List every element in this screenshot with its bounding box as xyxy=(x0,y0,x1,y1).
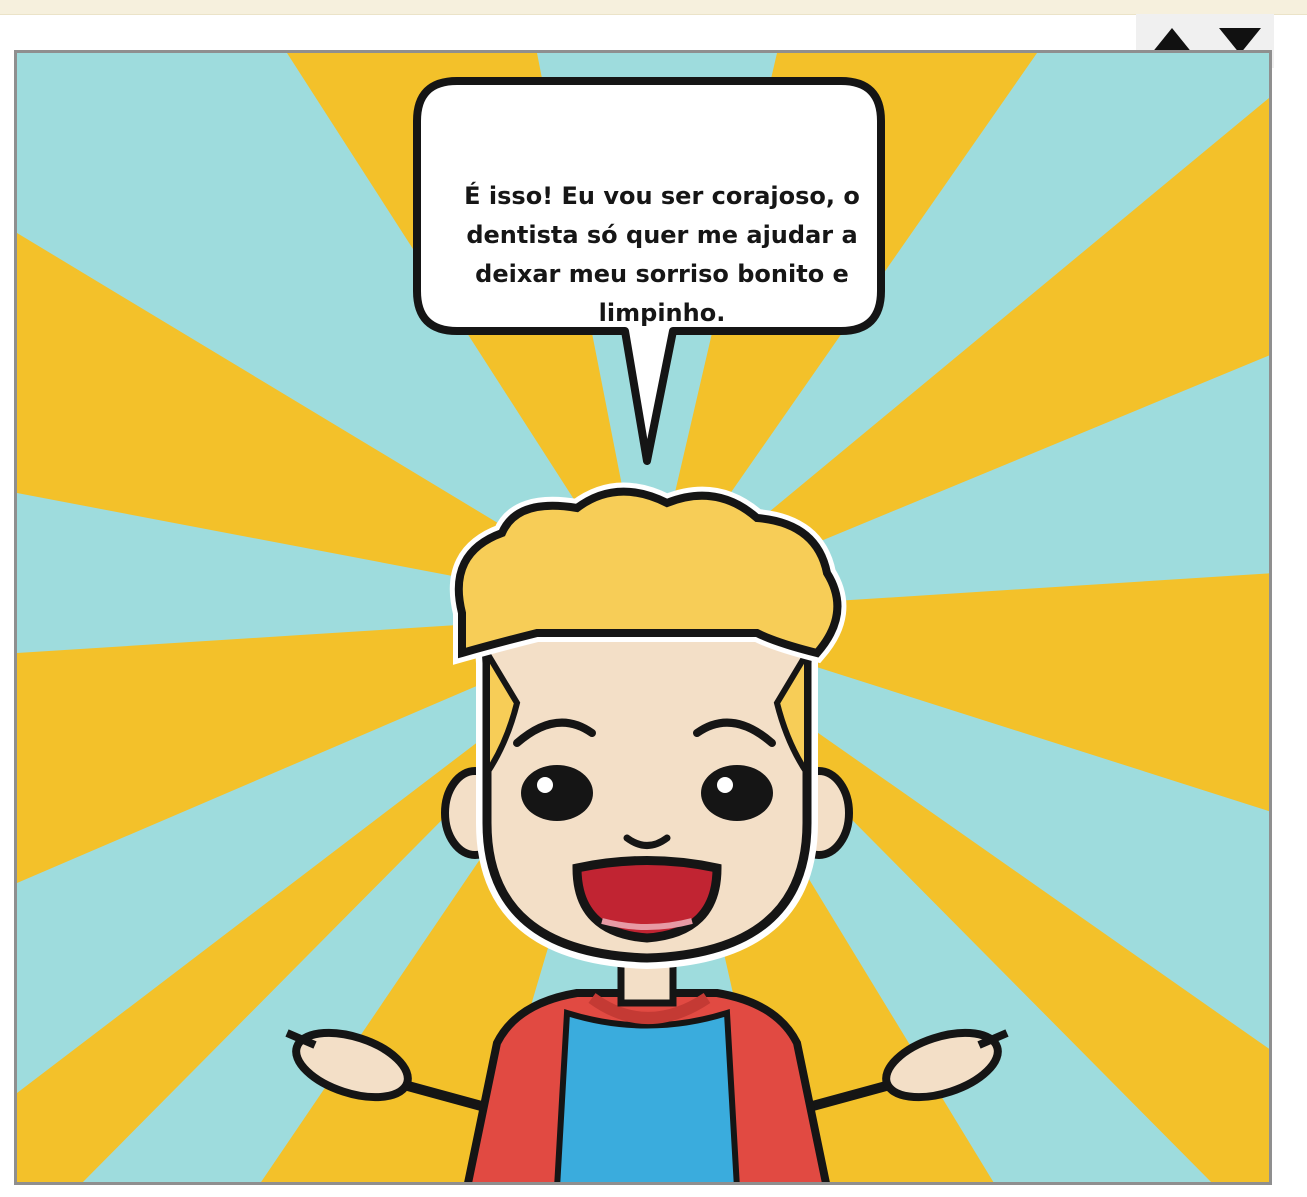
speech-bubble-text: É isso! Eu vou ser corajoso, o dentista … xyxy=(464,182,860,327)
top-toolbar-strip xyxy=(0,0,1307,15)
comic-panel[interactable]: É isso! Eu vou ser corajoso, o dentista … xyxy=(14,50,1272,1185)
character-head xyxy=(449,482,847,970)
